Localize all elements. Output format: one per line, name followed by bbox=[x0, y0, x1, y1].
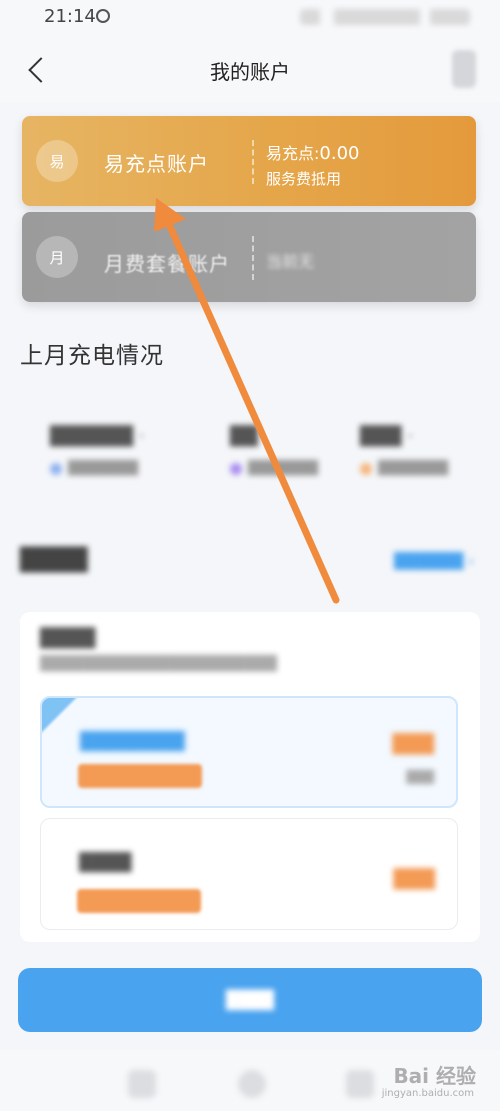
stat-label-placeholder: ███████ bbox=[230, 461, 318, 476]
nav-bar: 我的账户 bbox=[0, 36, 500, 102]
package-option[interactable]: ████ ███ bbox=[40, 818, 458, 930]
package-option-selected[interactable]: ████████ ███ ███ bbox=[40, 696, 458, 808]
bottom-nav-icon[interactable] bbox=[128, 1070, 156, 1098]
points-value: 0.00 bbox=[319, 143, 360, 164]
account-title: 易充点账户 bbox=[104, 152, 209, 176]
option-tag bbox=[78, 764, 202, 788]
stat-label-placeholder: ███████ bbox=[50, 461, 145, 476]
nav-action-icon[interactable] bbox=[452, 50, 476, 88]
option-price: ███ bbox=[392, 734, 434, 755]
package-section-title: ████ bbox=[20, 548, 88, 573]
package-description: ██████████████████████ bbox=[40, 656, 277, 672]
primary-action-button[interactable]: ████ bbox=[18, 968, 482, 1032]
primary-action-label: ████ bbox=[225, 990, 275, 1009]
card-divider bbox=[252, 236, 254, 280]
charging-stats: ██████ · ███████ ██ ███████ ███ · ██████… bbox=[0, 426, 500, 496]
account-badge: 月 bbox=[36, 236, 78, 278]
bottom-nav-icon[interactable] bbox=[238, 1070, 266, 1098]
last-month-title: 上月充电情况 bbox=[20, 343, 164, 369]
stat-value-placeholder: ██████ · bbox=[50, 426, 145, 447]
selected-corner-badge bbox=[42, 698, 78, 734]
monthly-note: 当前无 bbox=[266, 252, 315, 271]
package-panel: ████ ██████████████████████ ████████ ███… bbox=[20, 612, 480, 942]
option-tag bbox=[77, 889, 201, 913]
stat-label-placeholder: ███████ bbox=[360, 461, 448, 476]
stat-value-placeholder: ███ · bbox=[360, 426, 413, 447]
bottom-nav-icon[interactable] bbox=[346, 1070, 374, 1098]
stat-value-placeholder: ██ bbox=[230, 426, 258, 447]
status-indicators bbox=[300, 9, 470, 25]
stat-item: ███ · ███████ bbox=[360, 426, 448, 476]
stat-item: ██████ · ███████ bbox=[50, 426, 145, 476]
points-label: 易充点: bbox=[266, 144, 320, 163]
watermark-url: jingyan.baidu.com bbox=[381, 1088, 474, 1099]
page-title: 我的账户 bbox=[210, 60, 290, 84]
status-bar: 21:14 bbox=[0, 0, 500, 36]
points-note: 服务费抵用 bbox=[266, 170, 342, 188]
package-more-link[interactable]: ██████ › bbox=[394, 552, 474, 570]
points-balance: 易充点:0.00 bbox=[266, 140, 359, 164]
option-price: ███ bbox=[393, 869, 435, 890]
package-name: ████ bbox=[40, 628, 96, 649]
stat-item: ██ ███████ bbox=[230, 426, 318, 476]
option-subprice: ███ bbox=[406, 770, 434, 784]
monthly-account-card[interactable]: 月 月费套餐账户 当前无 bbox=[22, 212, 476, 302]
option-title: ████ bbox=[79, 853, 132, 873]
account-badge: 易 bbox=[36, 140, 78, 182]
yichong-account-card[interactable]: 易 易充点账户 易充点:0.00 服务费抵用 bbox=[22, 116, 476, 206]
option-title: ████████ bbox=[80, 732, 185, 752]
watermark-logo: Bai 经验 bbox=[393, 1064, 476, 1088]
account-title: 月费套餐账户 bbox=[104, 252, 230, 276]
card-divider bbox=[252, 140, 254, 184]
alarm-icon bbox=[96, 9, 110, 23]
status-time: 21:14 bbox=[44, 6, 96, 27]
